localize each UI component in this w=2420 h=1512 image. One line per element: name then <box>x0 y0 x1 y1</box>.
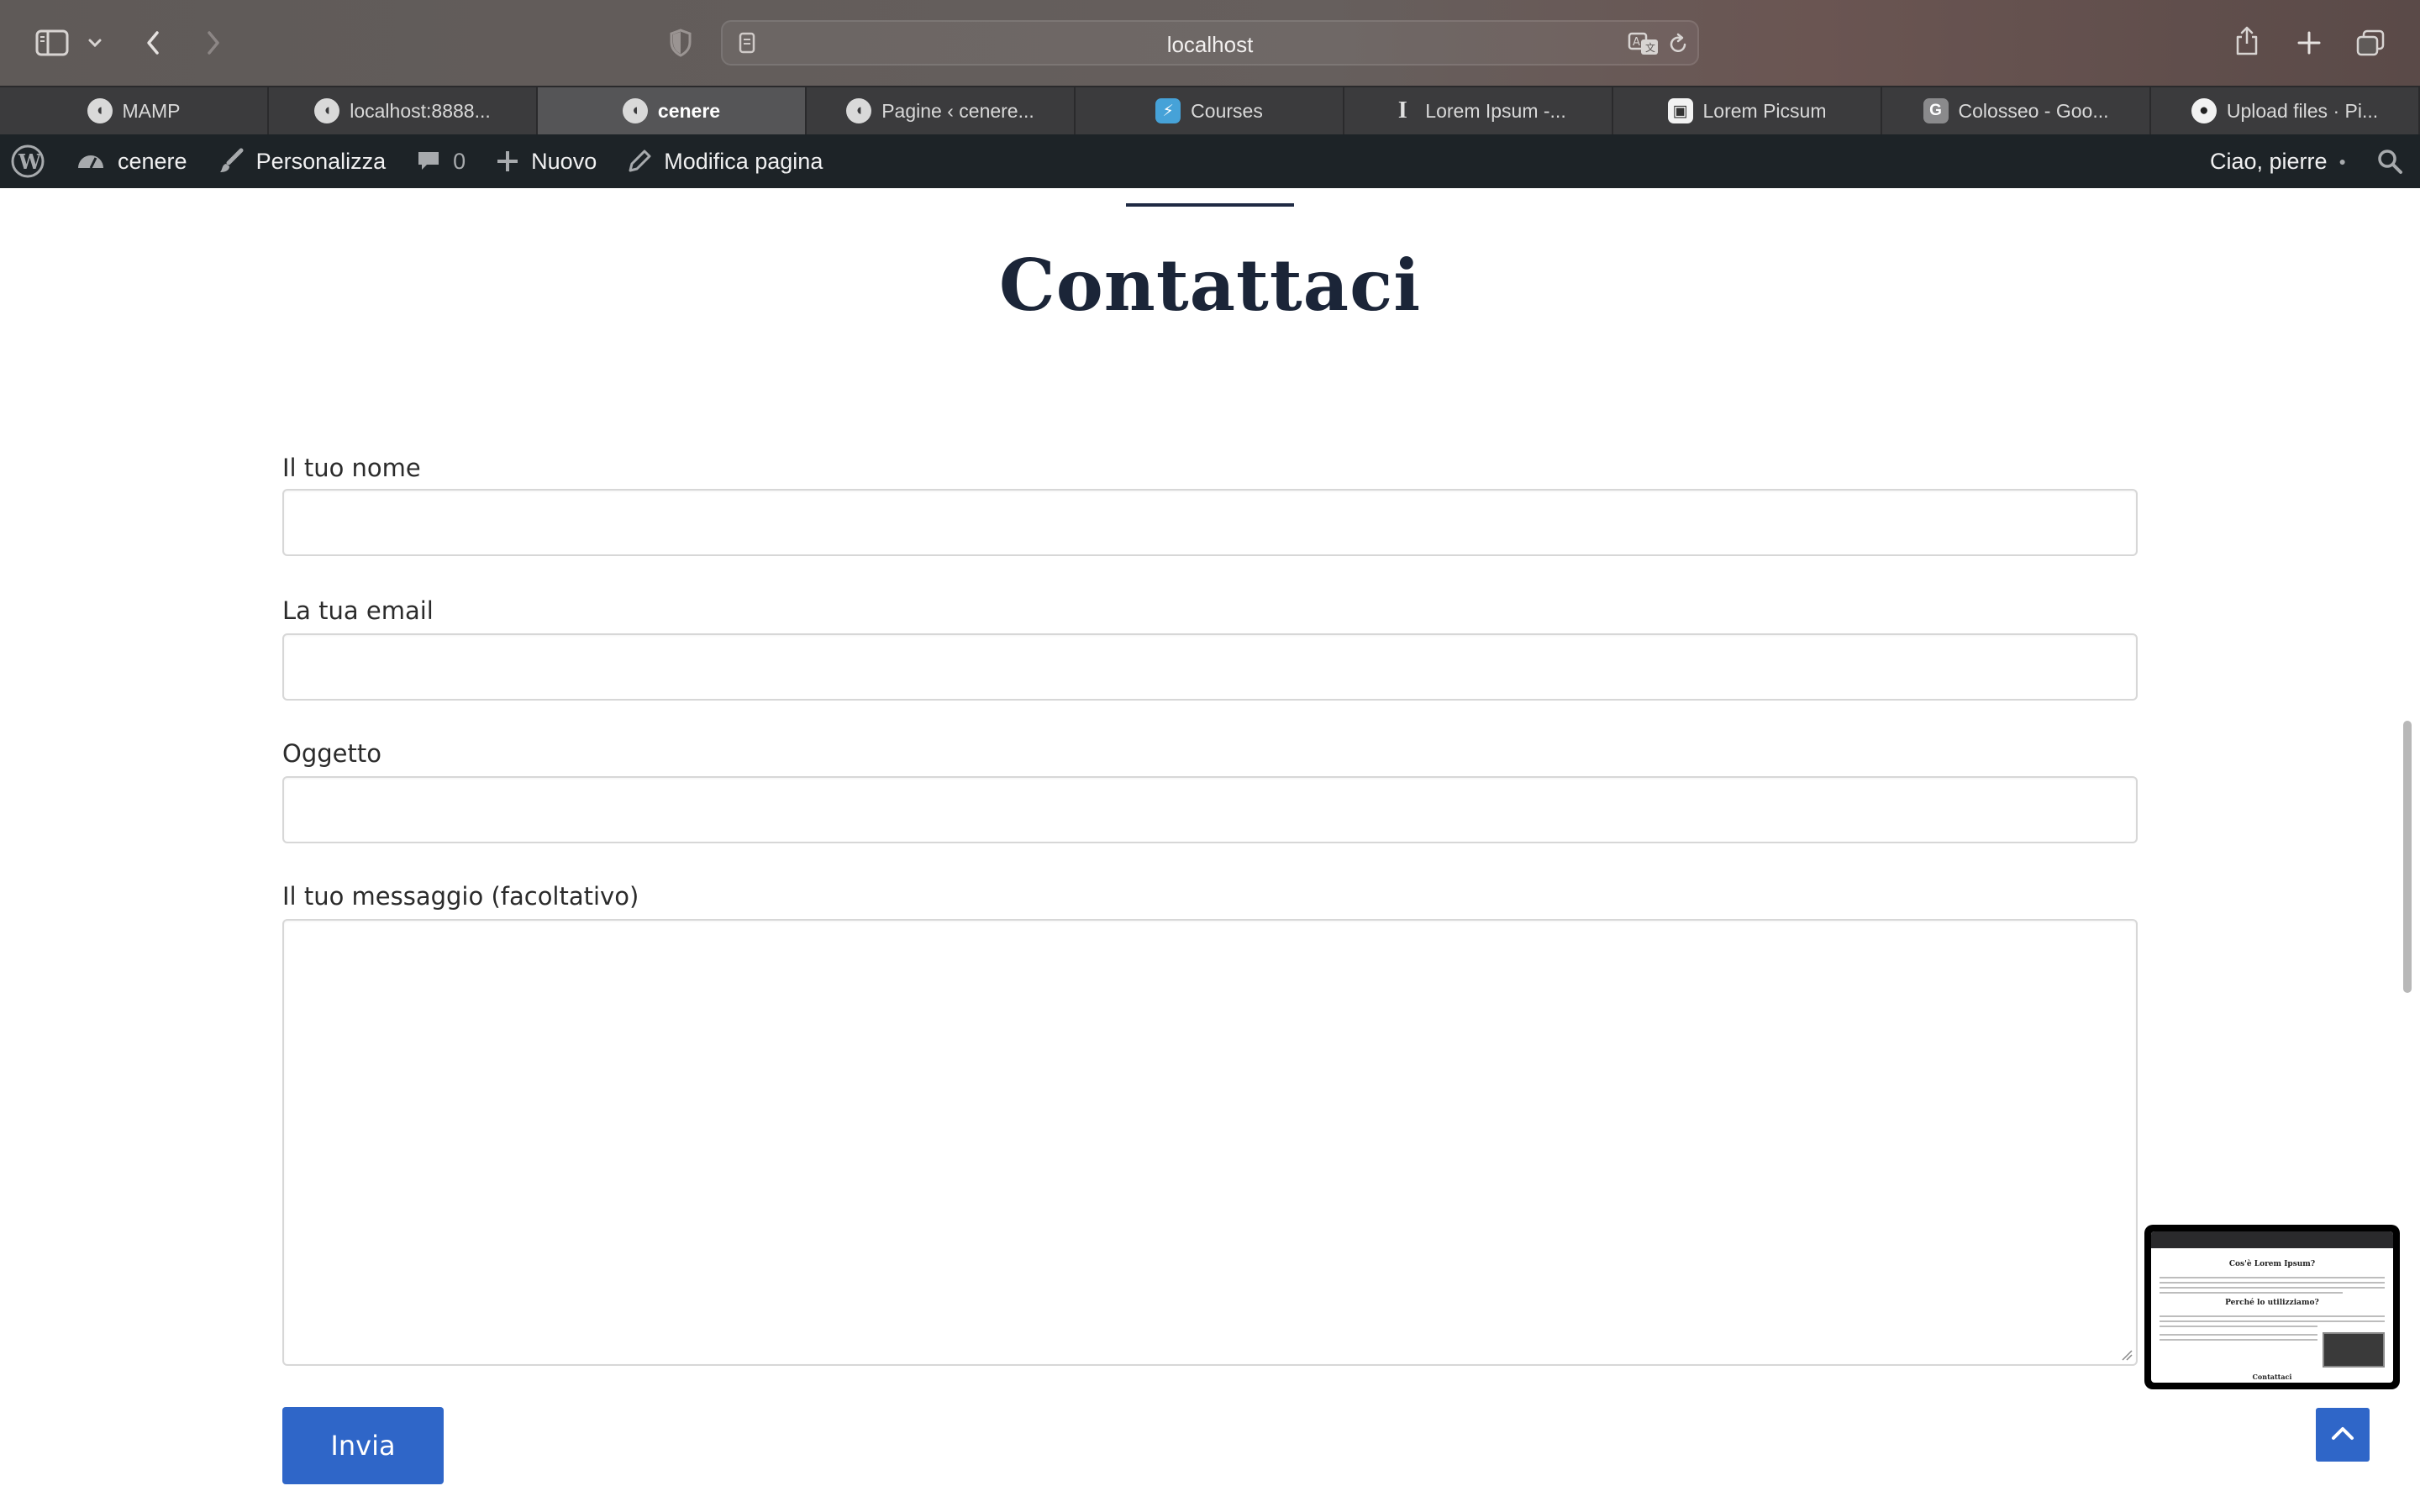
tab-label: Colosseo - Goo... <box>1958 99 2109 122</box>
pip-heading-1: Cos'è Lorem Ipsum? <box>2228 1260 2316 1268</box>
tab-pagine-cenere[interactable]: ◖ Pagine ‹ cenere... <box>807 87 1076 134</box>
picsum-icon: ▣ <box>1667 98 1693 123</box>
pip-text-line <box>2160 1320 2385 1322</box>
courses-icon: ⚡ <box>1155 98 1181 123</box>
comment-bubble-icon <box>416 149 441 174</box>
message-textarea[interactable] <box>282 919 2138 1366</box>
name-label: Il tuo nome <box>282 454 421 482</box>
customize-label: Personalizza <box>255 148 387 174</box>
user-greeting: Ciao, pierre <box>2209 148 2328 174</box>
admin-search-button[interactable] <box>2361 134 2420 188</box>
wordpress-logo-icon: W <box>10 144 45 179</box>
user-account-menu[interactable]: Ciao, pierre ● <box>2195 134 2361 188</box>
message-label: Il tuo messaggio (facoltativo) <box>282 882 639 911</box>
tab-upload-files[interactable]: ● Upload files · Pi... <box>2151 87 2420 134</box>
back-icon[interactable] <box>138 25 168 60</box>
pip-text-line <box>2160 1339 2317 1341</box>
tab-cenere[interactable]: ◖ cenere <box>538 87 807 134</box>
site-name-button[interactable]: cenere <box>60 134 203 188</box>
tab-courses[interactable]: ⚡ Courses <box>1076 87 1344 134</box>
comments-count: 0 <box>453 148 466 174</box>
pip-text-line <box>2160 1287 2385 1289</box>
plus-icon <box>496 150 519 173</box>
page-title: Contattaci <box>998 244 1422 327</box>
tab-localhost-8888[interactable]: ◖ localhost:8888... <box>269 87 538 134</box>
forward-icon[interactable] <box>198 25 229 60</box>
tab-label: Lorem Picsum <box>1702 99 1827 122</box>
tab-mamp[interactable]: ◖ MAMP <box>0 87 269 134</box>
pip-content: Cos'è Lorem Ipsum? Perché lo utilizziamo… <box>2151 1231 2393 1383</box>
page-content: Contattaci Il tuo nome La tua email Ogge… <box>0 188 2420 1512</box>
pip-video-preview[interactable]: Cos'è Lorem Ipsum? Perché lo utilizziamo… <box>2144 1225 2400 1389</box>
mamp-elephant-icon: ◖ <box>622 98 648 123</box>
wp-admin-bar: W cenere Personalizza 0 Nuovo Modifica p… <box>0 134 2420 188</box>
tab-overview-icon[interactable] <box>2353 25 2388 60</box>
chevron-down-icon[interactable] <box>84 30 106 55</box>
edit-page-button[interactable]: Modifica pagina <box>612 134 838 188</box>
mamp-elephant-icon: ◖ <box>87 98 113 123</box>
tab-label: Lorem Ipsum -... <box>1425 99 1566 122</box>
page-scrollbar[interactable] <box>2403 721 2412 993</box>
pip-text-line <box>2160 1326 2317 1327</box>
tab-colosseo-google[interactable]: G Colosseo - Goo... <box>1882 87 2151 134</box>
subject-label: Oggetto <box>282 739 381 768</box>
wordpress-logo-button[interactable]: W <box>0 134 60 188</box>
svg-text:A: A <box>1633 36 1640 49</box>
avatar: ● <box>2338 155 2346 168</box>
pip-text-line <box>2160 1282 2385 1284</box>
search-icon <box>2376 148 2403 175</box>
reload-icon[interactable] <box>1665 30 1691 57</box>
pip-heading-3: Contattaci <box>2252 1373 2292 1381</box>
pip-text-line <box>2160 1315 2385 1317</box>
tab-lorem-picsum[interactable]: ▣ Lorem Picsum <box>1613 87 1882 134</box>
github-icon: ● <box>2191 98 2217 123</box>
sidebar-toggle-icon[interactable] <box>32 25 72 60</box>
new-label: Nuovo <box>531 148 597 174</box>
customize-button[interactable]: Personalizza <box>203 134 402 188</box>
pip-heading-2: Perché lo utilizziamo? <box>2225 1299 2319 1307</box>
pencil-icon <box>627 149 652 174</box>
edit-page-label: Modifica pagina <box>664 148 823 174</box>
pip-text-line <box>2160 1334 2317 1336</box>
pip-webcam-thumbnail <box>2323 1332 2385 1368</box>
browser-toolbar: localhost A文 <box>0 0 2420 86</box>
mamp-elephant-icon: ◖ <box>314 98 340 123</box>
share-icon[interactable] <box>2230 22 2264 60</box>
paintbrush-icon <box>218 148 245 175</box>
chevron-up-icon <box>2330 1425 2355 1446</box>
email-input[interactable] <box>282 633 2138 701</box>
submit-button[interactable]: Invia <box>282 1407 444 1484</box>
site-name: cenere <box>118 148 187 174</box>
tab-label: MAMP <box>122 99 181 122</box>
google-g-icon: G <box>1923 98 1949 123</box>
tab-label: Courses <box>1191 99 1263 122</box>
title-divider <box>1126 203 1294 207</box>
scroll-to-top-button[interactable] <box>2316 1408 2370 1462</box>
pip-text-line <box>2160 1292 2343 1294</box>
tab-label: localhost:8888... <box>350 99 491 122</box>
svg-text:文: 文 <box>1645 41 1655 54</box>
new-content-button[interactable]: Nuovo <box>481 134 612 188</box>
tab-label: Pagine ‹ cenere... <box>881 99 1034 122</box>
tab-label: Upload files · Pi... <box>2226 99 2379 122</box>
svg-text:W: W <box>18 150 42 174</box>
mamp-elephant-icon: ◖ <box>846 98 872 123</box>
address-bar[interactable]: localhost A文 <box>721 20 1699 66</box>
resize-handle-icon[interactable] <box>2121 1349 2133 1361</box>
translate-icon[interactable]: A文 <box>1627 29 1660 59</box>
email-label: La tua email <box>282 596 434 625</box>
privacy-shield-icon[interactable] <box>664 25 697 60</box>
new-tab-icon[interactable] <box>2292 25 2326 60</box>
lorem-ipsum-icon: I <box>1397 97 1407 123</box>
tab-bar: ◖ MAMP ◖ localhost:8888... ◖ cenere ◖ Pagine… <box>0 86 2420 134</box>
pip-toolbar <box>2151 1231 2393 1248</box>
subject-input[interactable] <box>282 776 2138 843</box>
tab-label: cenere <box>657 99 721 122</box>
pip-text-line <box>2160 1277 2385 1278</box>
name-input[interactable] <box>282 489 2138 556</box>
tab-lorem-ipsum[interactable]: I Lorem Ipsum -... <box>1344 87 1613 134</box>
dashboard-icon <box>76 148 106 175</box>
comments-button[interactable]: 0 <box>401 134 481 188</box>
address-text[interactable]: localhost <box>723 32 1697 58</box>
